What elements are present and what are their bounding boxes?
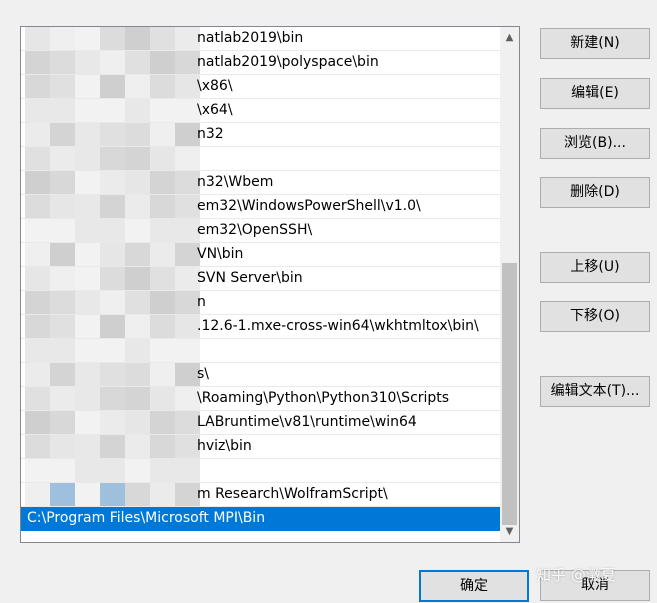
path-text: n32 [197,126,224,142]
list-item[interactable]: hviz\bin [21,435,500,459]
path-text: C:\Program Files\Microsoft MPI\Bin [27,510,266,526]
list-item[interactable]: em32\WindowsPowerShell\v1.0\ [21,195,500,219]
path-text: s\ [197,366,210,382]
path-text: n [197,294,206,310]
list-item[interactable]: m Research\WolframScript\ [21,483,500,507]
list-item[interactable] [21,147,500,171]
list-item[interactable]: \x86\ [21,75,500,99]
list-item[interactable]: VN\bin [21,243,500,267]
path-text: \Roaming\Python\Python310\Scripts [197,390,450,406]
path-text: .12.6-1.mxe-cross-win64\wkhtmltox\bin\ [197,318,479,334]
chevron-down-icon[interactable]: ▼ [500,523,519,540]
list-item[interactable]: n [21,291,500,315]
move-up-button[interactable]: 上移(U) [540,252,650,283]
list-item[interactable]: n32 [21,123,500,147]
new-button[interactable]: 新建(N) [540,28,650,59]
path-text: natlab2019\bin [197,30,304,46]
scrollbar-thumb[interactable] [502,263,517,525]
list-item[interactable]: .12.6-1.mxe-cross-win64\wkhtmltox\bin\ [21,315,500,339]
path-text: hviz\bin [197,438,252,454]
path-text: VN\bin [197,246,244,262]
path-text: m Research\WolframScript\ [197,486,388,502]
list-item[interactable]: C:\Program Files\Microsoft MPI\Bin [21,507,500,531]
list-item[interactable]: em32\OpenSSH\ [21,219,500,243]
path-text: SVN Server\bin [197,270,303,286]
path-text: \x86\ [197,78,233,94]
path-list[interactable]: natlab2019\bin natlab2019\polyspace\bin \x… [20,26,520,543]
browse-button[interactable]: 浏览(B)... [540,128,650,159]
path-text: natlab2019\polyspace\bin [197,54,379,70]
list-item[interactable]: SVN Server\bin [21,267,500,291]
path-text: em32\WindowsPowerShell\v1.0\ [197,198,421,214]
path-text: LABruntime\v81\runtime\win64 [197,414,417,430]
ok-button[interactable]: 确定 [419,570,529,602]
list-item[interactable]: LABruntime\v81\runtime\win64 [21,411,500,435]
list-item[interactable]: \x64\ [21,99,500,123]
list-item[interactable]: \Roaming\Python\Python310\Scripts [21,387,500,411]
list-item[interactable]: n32\Wbem [21,171,500,195]
delete-button[interactable]: 删除(D) [540,177,650,208]
vertical-scrollbar[interactable]: ▲ ▼ [500,27,519,542]
path-text: n32\Wbem [197,174,274,190]
list-item[interactable] [21,339,500,363]
path-text: \x64\ [197,102,233,118]
list-item[interactable]: natlab2019\bin [21,27,500,51]
watermark: 知乎 @澂夏 [536,566,616,584]
list-item[interactable]: s\ [21,363,500,387]
edit-text-button[interactable]: 编辑文本(T)... [540,376,650,407]
list-item[interactable] [21,459,500,483]
list-item[interactable]: natlab2019\polyspace\bin [21,51,500,75]
move-down-button[interactable]: 下移(O) [540,301,650,332]
edit-button[interactable]: 编辑(E) [540,78,650,109]
path-text: em32\OpenSSH\ [197,222,313,238]
chevron-up-icon[interactable]: ▲ [500,29,519,46]
